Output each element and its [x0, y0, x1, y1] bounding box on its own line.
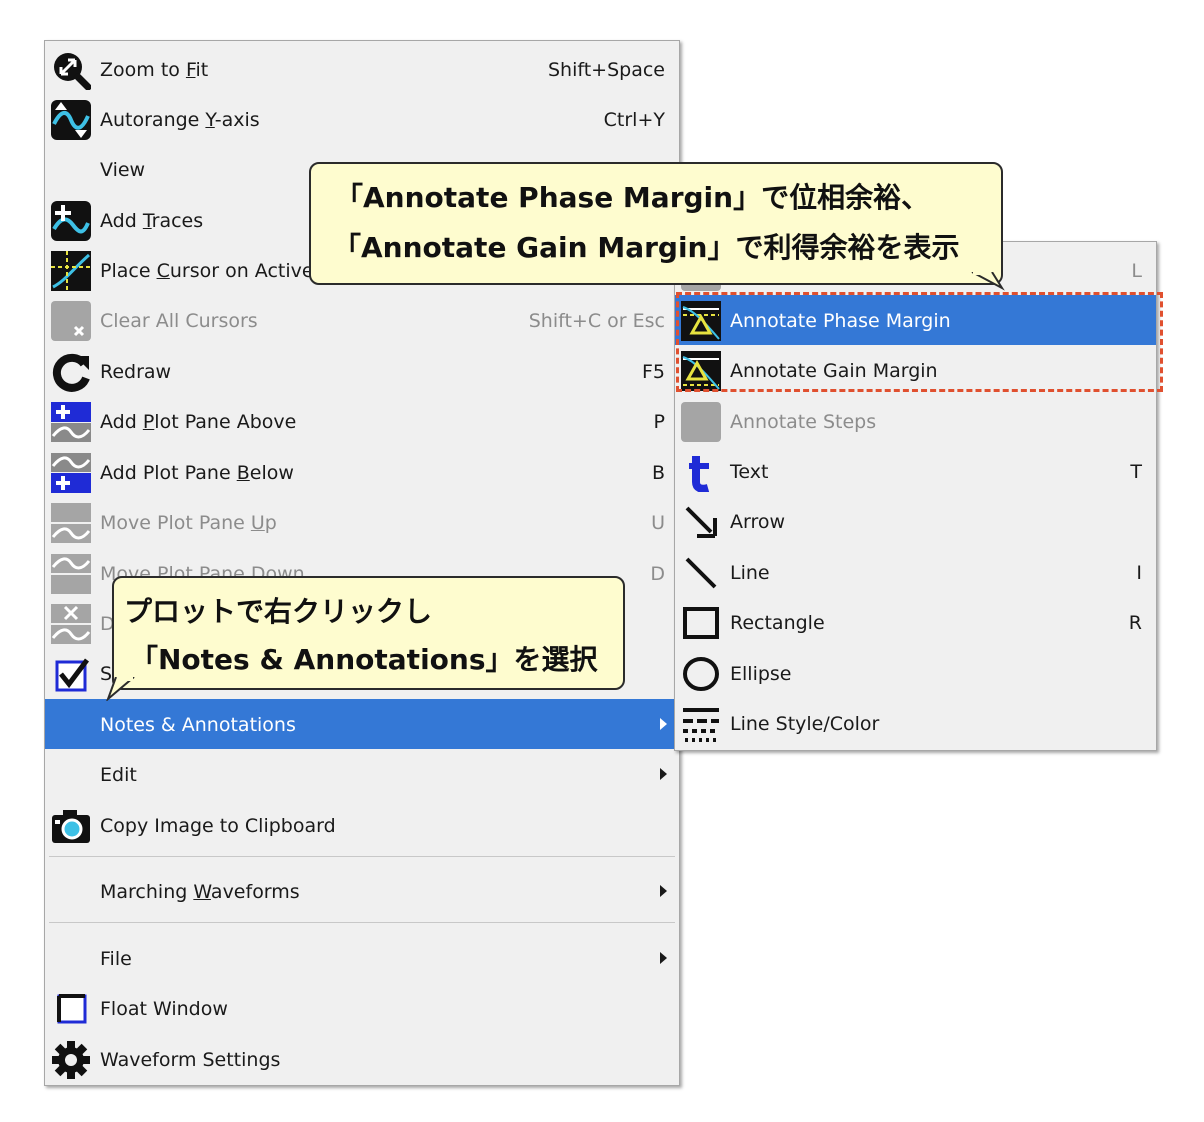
callout-tail: [971, 272, 1005, 291]
highlight-box: [676, 292, 1163, 392]
menu-item-add-plot-pane-below[interactable]: Add Plot Pane Below B: [45, 447, 679, 497]
autorange-icon: [51, 100, 91, 140]
submenu-arrow-icon: [660, 952, 667, 964]
callout-phase-gain-margin: 「Annotate Phase Margin」で位相余裕、 「Annotate …: [309, 162, 1003, 285]
move-pane-down-icon: [51, 554, 91, 594]
zoom-to-fit-icon: [54, 53, 91, 90]
shortcut-label: Shift+C or Esc: [528, 310, 665, 332]
delete-pane-icon: [51, 604, 91, 644]
menu-item-edit[interactable]: Edit: [45, 749, 679, 799]
submenu-item-arrow[interactable]: Arrow: [675, 496, 1156, 546]
add-traces-icon: [51, 201, 91, 241]
submenu-item-ellipse[interactable]: Ellipse: [675, 648, 1156, 698]
menu-item-notes-annotations[interactable]: Notes & Annotations: [45, 699, 679, 749]
submenu-item-rectangle[interactable]: Rectangle R: [675, 597, 1156, 647]
submenu-item-line-style-color[interactable]: Line Style/Color: [675, 698, 1156, 748]
text-icon: [689, 456, 710, 492]
shortcut-label: Ctrl+Y: [603, 109, 665, 131]
add-pane-below-icon: [51, 453, 91, 493]
gear-icon: [52, 1041, 90, 1079]
menu-item-float-window[interactable]: Float Window: [45, 983, 679, 1033]
shortcut-label: T: [1130, 461, 1142, 483]
float-window-icon: [57, 994, 87, 1024]
menu-item-move-plot-pane-up[interactable]: Move Plot Pane Up U: [45, 497, 679, 547]
shortcut-label: F5: [641, 361, 665, 383]
camera-icon: [52, 810, 90, 843]
shortcut-label: U: [651, 512, 665, 534]
line-icon: [685, 557, 717, 589]
shortcut-label: R: [1128, 612, 1142, 634]
clear-cursors-icon: [51, 301, 91, 341]
menu-item-add-plot-pane-above[interactable]: Add Plot Pane Above P: [45, 396, 679, 446]
submenu-arrow-icon: [660, 718, 667, 730]
callout-right-click: プロットで右クリックし 「Notes & Annotations」を選択: [112, 576, 625, 690]
line-style-icon: [683, 708, 719, 742]
annotate-steps-icon: [681, 402, 721, 442]
add-pane-above-icon: [51, 402, 91, 442]
menu-item-clear-all-cursors[interactable]: Clear All Cursors Shift+C or Esc: [45, 295, 679, 345]
move-pane-up-icon: [51, 503, 91, 543]
rectangle-icon: [683, 607, 719, 639]
submenu-arrow-icon: [660, 885, 667, 897]
shortcut-label: I: [1136, 562, 1142, 584]
shortcut-label: L: [1131, 260, 1142, 282]
menu-item-marching-waveforms[interactable]: Marching Waveforms: [45, 866, 679, 916]
ellipse-icon: [683, 657, 719, 691]
submenu-item-annotate-steps[interactable]: Annotate Steps: [675, 396, 1156, 446]
shortcut-label: P: [653, 411, 665, 433]
submenu-item-text[interactable]: Text T: [675, 446, 1156, 496]
menu-item-file[interactable]: File: [45, 933, 679, 983]
menu-item-redraw[interactable]: Redraw F5: [45, 346, 679, 396]
submenu-arrow-icon: [660, 768, 667, 780]
arrow-icon: [685, 506, 717, 538]
menu-item-copy-image[interactable]: Copy Image to Clipboard: [45, 800, 679, 850]
menu-item-zoom-to-fit[interactable]: Zoom to Fit Shift+Space: [45, 44, 679, 94]
place-cursor-icon: [51, 251, 91, 291]
menu-item-autorange-y[interactable]: Autorange Y-axis Ctrl+Y: [45, 94, 679, 144]
redraw-icon: [52, 353, 90, 392]
shortcut-label: B: [651, 462, 665, 484]
shortcut-label: D: [650, 563, 665, 585]
menu-separator: [49, 856, 675, 857]
submenu-item-line[interactable]: Line I: [675, 547, 1156, 597]
checkbox-icon: [55, 658, 89, 692]
shortcut-label: Shift+Space: [547, 59, 665, 81]
callout-tail: [106, 677, 135, 701]
menu-separator: [49, 922, 675, 923]
menu-item-waveform-settings[interactable]: Waveform Settings: [45, 1034, 679, 1084]
